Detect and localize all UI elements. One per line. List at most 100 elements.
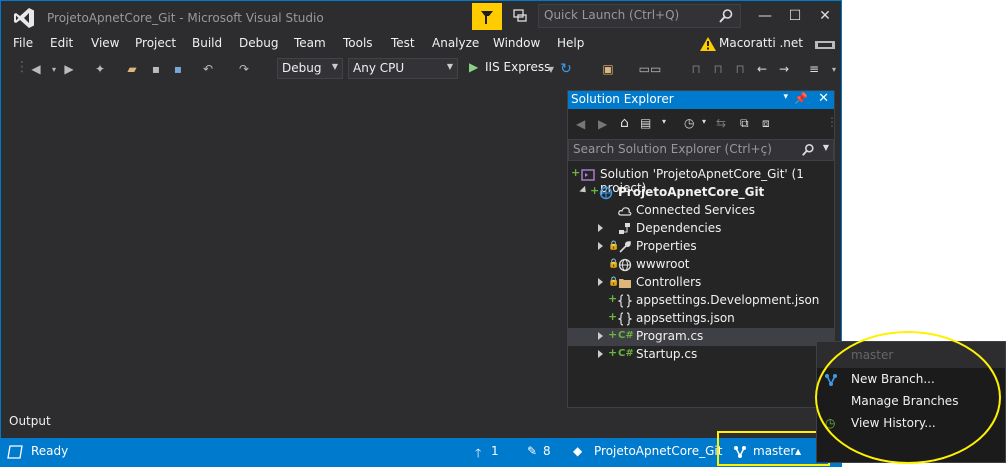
bookmark-icon[interactable]: ⊓ (687, 60, 705, 78)
switch-views-icon[interactable]: ▤ (640, 116, 651, 130)
tree-item-label: appsettings.Development.json (636, 293, 820, 307)
menu-tools[interactable]: Tools (343, 36, 373, 50)
chevron-down-icon[interactable]: ▼ (823, 143, 829, 152)
menu-project[interactable]: Project (135, 36, 176, 50)
warning-icon[interactable] (700, 37, 716, 51)
platform-value: Any CPU (353, 61, 405, 75)
collapsed-arrow-icon[interactable] (598, 332, 603, 340)
configuration-dropdown[interactable]: Debug ▼ (277, 58, 343, 79)
run-target-button[interactable]: IIS Express (485, 60, 550, 74)
undo-icon[interactable]: ↶ (199, 60, 217, 78)
sync-icon[interactable]: ⇆ (716, 116, 726, 130)
forward-icon[interactable]: ▶ (598, 117, 607, 131)
close-button[interactable]: ✕ (813, 5, 837, 27)
pencil-icon[interactable]: ✎ (527, 444, 537, 458)
collapse-all-icon[interactable]: ⧉ (740, 116, 749, 131)
expanded-arrow-icon[interactable] (579, 185, 589, 196)
repository-icon[interactable]: ◆ (573, 444, 582, 458)
pending-changes-icon[interactable]: ◷ (684, 116, 694, 130)
forward-icon[interactable]: ▶ (60, 60, 78, 78)
collapsed-arrow-icon[interactable] (598, 278, 603, 286)
toolbar-options-icon[interactable]: ≡ (805, 60, 823, 78)
tree-item-label: ProjetoApnetCore_Git (618, 185, 765, 199)
menu-help[interactable]: Help (557, 36, 584, 50)
account-badge-icon[interactable] (815, 39, 835, 51)
tree-item-wwwroot[interactable]: 🔒 wwwroot (568, 256, 834, 274)
collapsed-arrow-icon[interactable] (598, 224, 603, 232)
new-project-icon[interactable]: ✦ (91, 60, 109, 78)
tree-item-properties[interactable]: 🔒 Properties (568, 238, 834, 256)
pin-icon[interactable]: 📌 (794, 92, 808, 105)
tree-item-dependencies[interactable]: Dependencies (568, 220, 834, 238)
tree-item-startup-cs[interactable]: + C# Startup.cs (568, 346, 834, 364)
solution-configurations-icon[interactable]: ▭▭ (639, 60, 662, 78)
tree-item-controllers[interactable]: 🔒 Controllers (568, 274, 834, 292)
window-title: ProjetoApnetCore_Git - Microsoft Visual … (47, 11, 324, 25)
back-icon[interactable]: ◀ (576, 117, 585, 131)
close-icon[interactable]: ✕ (818, 91, 829, 106)
browser-link-icon[interactable]: ▣ (599, 60, 617, 78)
tree-item-connected-services[interactable]: Connected Services (568, 202, 834, 220)
added-icon: + (571, 166, 581, 179)
panel-menu-icon[interactable]: ▾ (783, 92, 788, 102)
feedback-send-icon[interactable] (509, 6, 531, 26)
minimize-button[interactable]: — (753, 5, 777, 27)
bookmark-prev-icon[interactable]: ⊓ (709, 60, 727, 78)
tree-item-label: Startup.cs (636, 347, 698, 361)
menu-analyze[interactable]: Analyze (432, 36, 479, 50)
toolbar-overflow-icon[interactable]: ▾ (825, 60, 843, 78)
output-tab[interactable]: Output (9, 414, 51, 428)
solution-explorer-title: Solution Explorer (571, 92, 674, 106)
search-icon[interactable] (801, 143, 815, 157)
bookmark-next-icon[interactable]: ⊓ (731, 60, 749, 78)
open-folder-icon[interactable]: ▰ (123, 60, 141, 78)
wrench-icon (619, 241, 631, 253)
added-icon: + (608, 292, 618, 305)
arrow-up-icon[interactable]: 🡑 (475, 444, 481, 465)
back-icon[interactable]: ◀ (27, 60, 45, 78)
pending-changes-count[interactable]: 8 (543, 444, 551, 458)
collapsed-arrow-icon[interactable] (598, 350, 603, 358)
tree-item-appsettings[interactable]: + appsettings.json (568, 310, 834, 328)
menu-team[interactable]: Team (294, 36, 326, 50)
quick-launch-input[interactable]: Quick Launch (Ctrl+Q) (538, 4, 741, 28)
menu-file[interactable]: File (13, 36, 33, 50)
platform-dropdown[interactable]: Any CPU ▼ (348, 58, 458, 79)
collapsed-arrow-icon[interactable] (598, 242, 603, 250)
chevron-down-icon[interactable]: ▾ (662, 117, 666, 126)
status-text: Ready (31, 444, 69, 458)
save-all-icon[interactable]: ▪ (169, 60, 187, 78)
repository-name[interactable]: ProjetoApnetCore_Git (594, 444, 722, 458)
tree-item-solution[interactable]: + Solution 'ProjetoApnetCore_Git' (1 pro… (568, 166, 834, 195)
menu-edit[interactable]: Edit (50, 36, 73, 50)
csharp-file-icon: C# (618, 330, 634, 341)
maximize-button[interactable]: ☐ (783, 5, 807, 27)
redo-icon[interactable]: ↷ (235, 60, 253, 78)
refresh-icon[interactable]: ↻ (557, 60, 575, 78)
globe-icon (618, 258, 632, 272)
tree-item-project[interactable]: + ProjetoApnetCore_Git (568, 184, 834, 202)
solution-explorer-titlebar: Solution Explorer ▾ 📌 ✕ (568, 91, 834, 109)
menu-test[interactable]: Test (391, 36, 415, 50)
menu-view[interactable]: View (91, 36, 119, 50)
menu-debug[interactable]: Debug (239, 36, 278, 50)
tree-item-program-cs[interactable]: + C# Program.cs (568, 328, 834, 346)
nav-back-icon[interactable]: ← (753, 60, 771, 78)
save-icon[interactable]: ▪ (147, 60, 165, 78)
tree-item-appsettings-development[interactable]: + appsettings.Development.json (568, 292, 834, 310)
nav-forward-icon[interactable]: → (775, 60, 793, 78)
menu-window[interactable]: Window (493, 36, 540, 50)
run-icon[interactable]: ▶ (469, 60, 478, 74)
search-icon[interactable] (718, 8, 734, 24)
added-icon: + (608, 310, 618, 323)
home-icon[interactable]: ⌂ (620, 115, 629, 131)
chevron-down-icon[interactable]: ▾ (702, 117, 706, 126)
user-name[interactable]: Macoratti .net (719, 36, 803, 50)
show-all-files-icon[interactable]: ⧈ (762, 116, 770, 131)
menu-build[interactable]: Build (192, 36, 222, 50)
search-placeholder: Search Solution Explorer (Ctrl+ç) (573, 142, 772, 156)
chevron-down-icon: ▼ (331, 62, 338, 71)
solution-explorer-search-input[interactable]: Search Solution Explorer (Ctrl+ç) ▼ (568, 139, 834, 161)
feedback-flag-icon[interactable] (472, 3, 502, 30)
unpublished-count[interactable]: 1 (491, 444, 499, 458)
